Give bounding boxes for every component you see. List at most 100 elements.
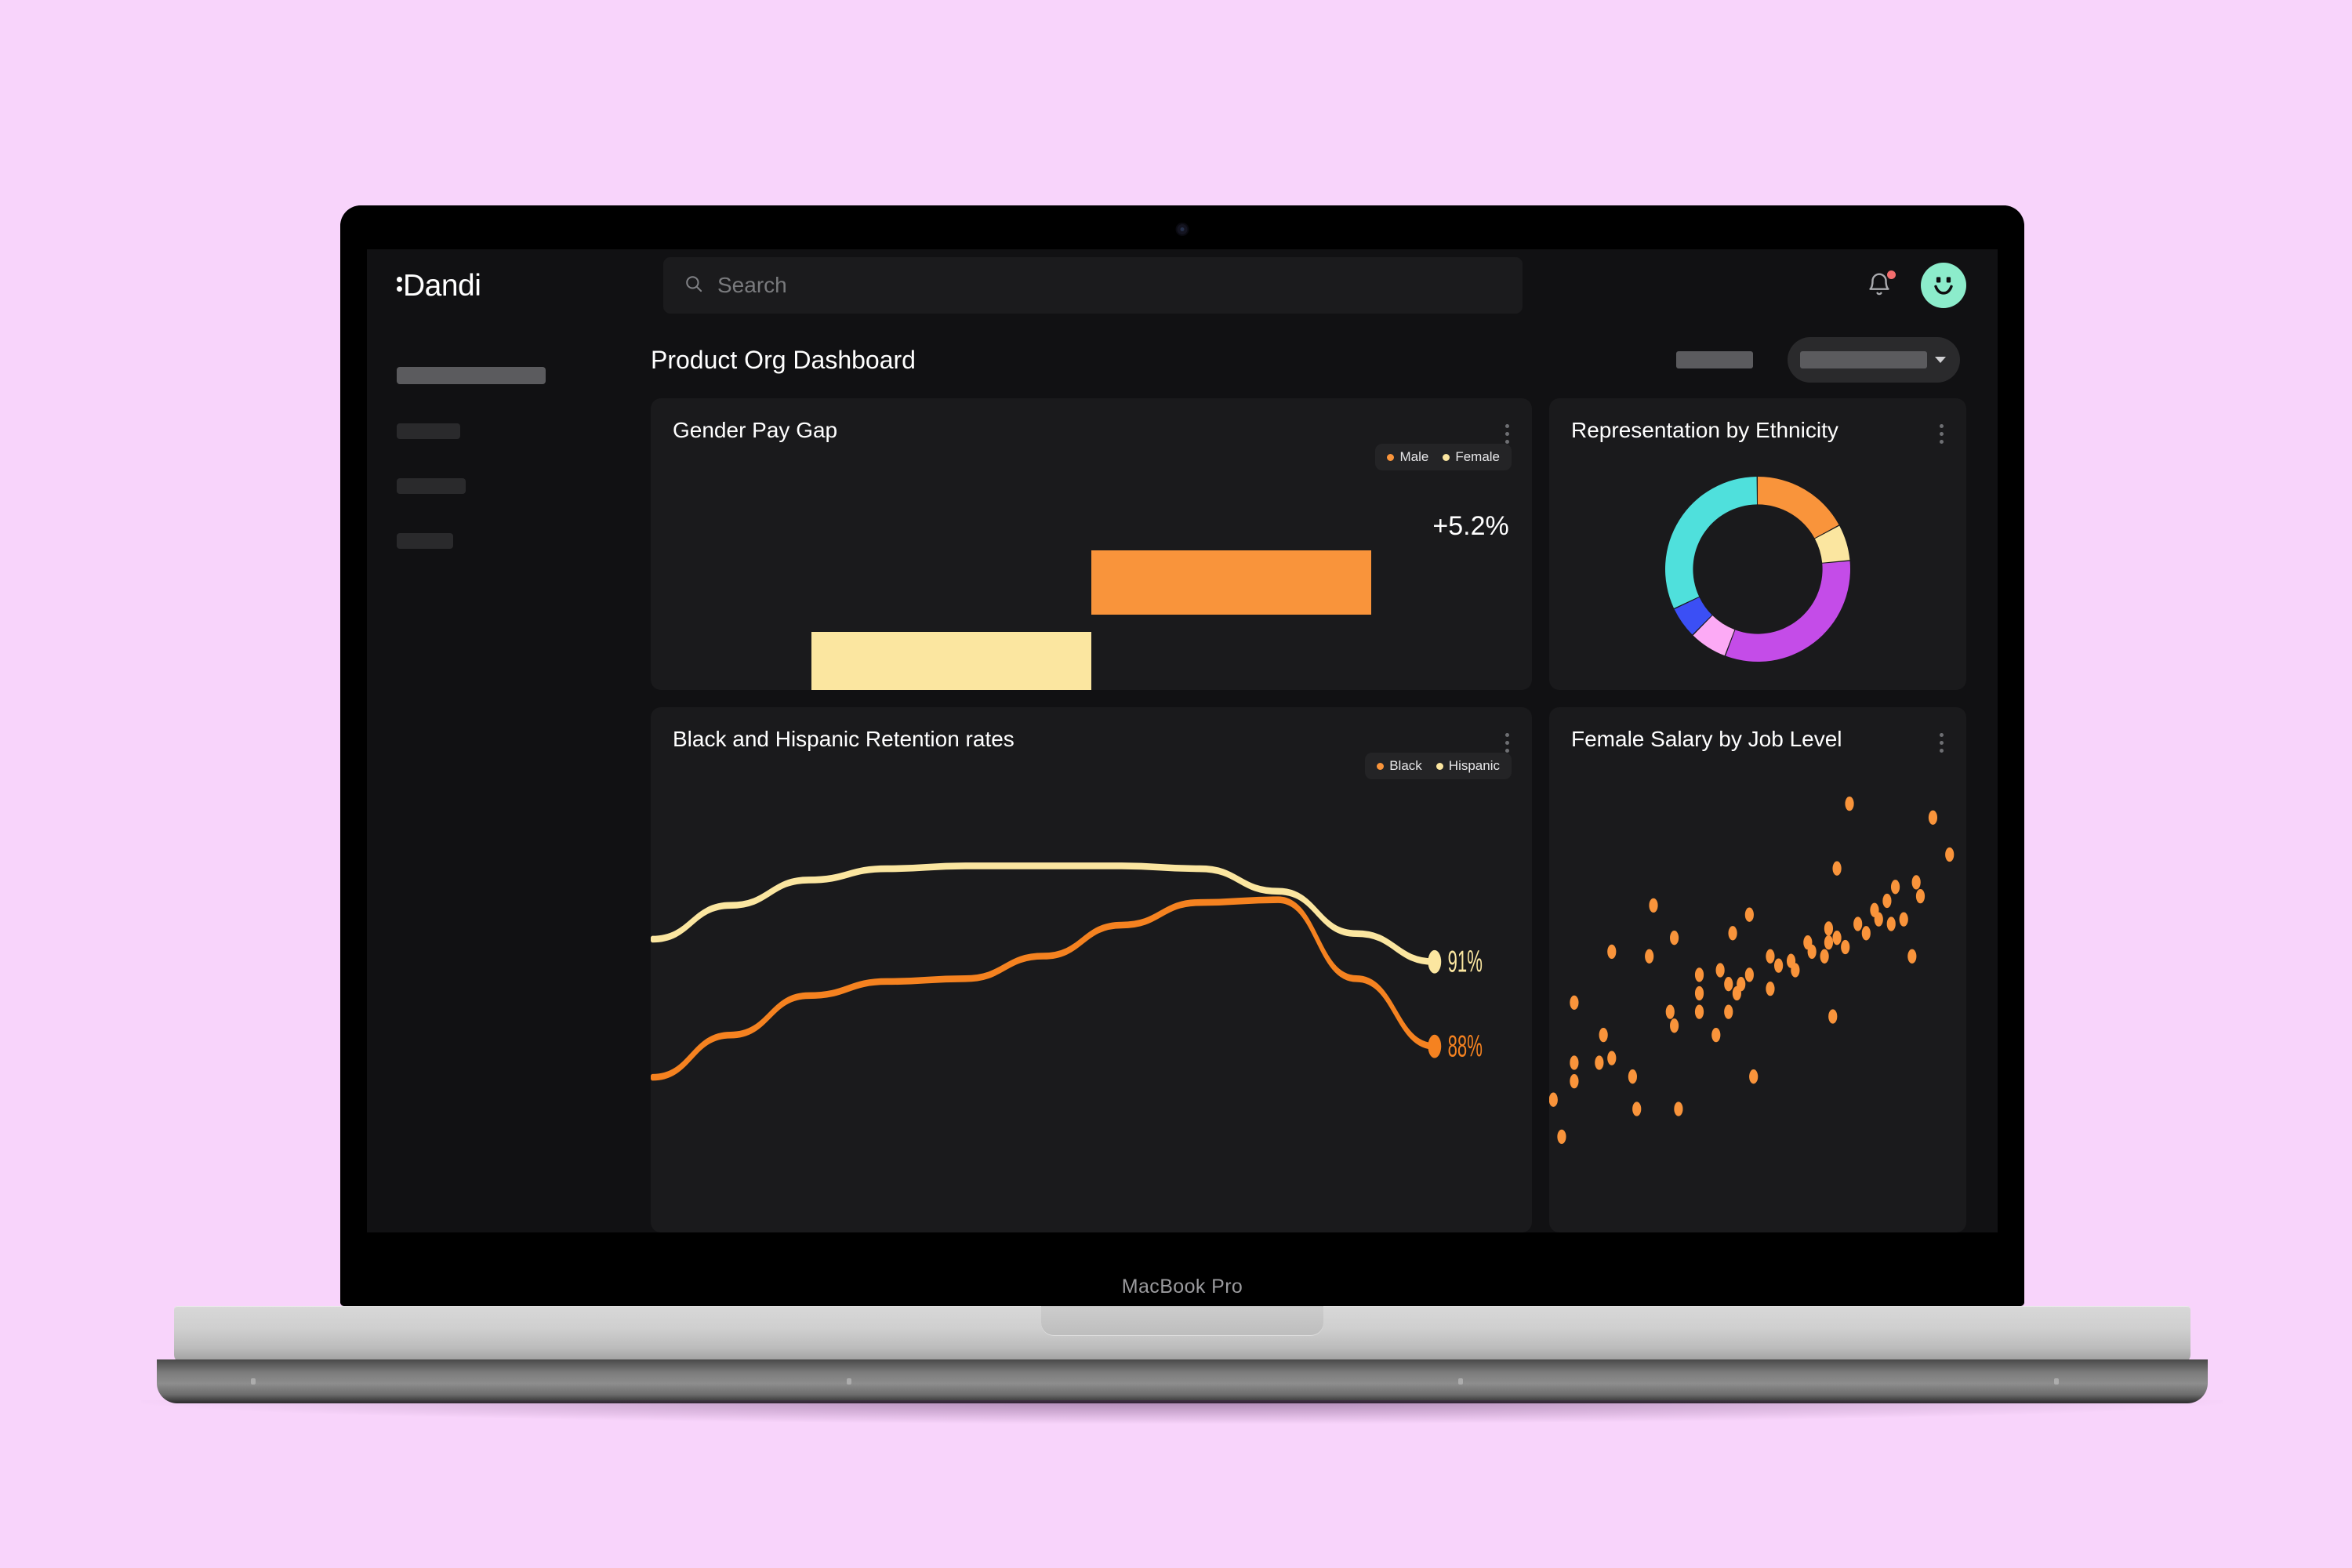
scatter-point bbox=[1744, 907, 1754, 922]
avatar[interactable] bbox=[1921, 263, 1966, 308]
legend-item: Hispanic bbox=[1436, 758, 1500, 774]
scatter-point bbox=[1886, 916, 1896, 931]
laptop-mockup: Dandi Search Product Org Dashboard Gende… bbox=[0, 0, 2352, 1568]
line-series bbox=[651, 862, 1437, 965]
scatter-point bbox=[1766, 949, 1775, 964]
chart-legend: Male Female bbox=[1375, 444, 1512, 470]
legend-item: Male bbox=[1387, 449, 1428, 465]
chevron-down-icon bbox=[1935, 357, 1946, 363]
scatter-point bbox=[1774, 958, 1784, 973]
dandi-app: Dandi Search Product Org Dashboard Gende… bbox=[367, 249, 1998, 1232]
app-logo[interactable]: Dandi bbox=[397, 270, 663, 301]
scatter-point bbox=[1724, 1004, 1733, 1019]
scatter-point bbox=[1694, 985, 1704, 1001]
bell-icon bbox=[1866, 273, 1893, 301]
scatter-chart bbox=[1549, 762, 1966, 1225]
sidebar-item-3[interactable] bbox=[397, 478, 466, 494]
scatter-point bbox=[1595, 1055, 1604, 1070]
scatter-point bbox=[1549, 1092, 1558, 1107]
laptop-screen: Dandi Search Product Org Dashboard Gende… bbox=[367, 249, 1998, 1232]
dashboard-filter-select[interactable] bbox=[1788, 337, 1960, 383]
scatter-point bbox=[1557, 1129, 1566, 1145]
sidebar-item-4[interactable] bbox=[397, 533, 453, 549]
scatter-point bbox=[1820, 949, 1829, 964]
scatter-point bbox=[1766, 981, 1775, 996]
laptop-base-lip bbox=[1041, 1306, 1323, 1336]
donut-svg bbox=[1665, 477, 1850, 662]
device-label: MacBook Pro bbox=[1121, 1276, 1243, 1298]
scatter-point bbox=[1791, 963, 1800, 978]
donut-slice bbox=[1665, 477, 1757, 608]
legend-color-swatch bbox=[1436, 762, 1443, 770]
main-content: Product Org Dashboard Gender Pay Gap Mal… bbox=[633, 321, 1998, 1232]
line-series bbox=[651, 896, 1437, 1081]
laptop-bezel: Dandi Search Product Org Dashboard Gende… bbox=[340, 205, 2024, 1306]
legend-label: Hispanic bbox=[1448, 758, 1500, 773]
scatter-point bbox=[1874, 912, 1883, 927]
scatter-point bbox=[1599, 1027, 1608, 1043]
page-title: Product Org Dashboard bbox=[651, 345, 916, 374]
scatter-point bbox=[1715, 963, 1725, 978]
page-action-button[interactable] bbox=[1676, 351, 1753, 368]
scatter-point bbox=[1899, 912, 1908, 927]
base-screw bbox=[847, 1378, 851, 1385]
scatter-point bbox=[1845, 796, 1854, 811]
scatter-point bbox=[1607, 1051, 1617, 1065]
line-chart: 91% 88% bbox=[651, 789, 1532, 1226]
scatter-point bbox=[1907, 949, 1917, 964]
laptop-base-foot bbox=[157, 1359, 2208, 1403]
scatter-point bbox=[1670, 931, 1679, 946]
notifications-button[interactable] bbox=[1866, 270, 1896, 301]
scatter-point bbox=[1570, 995, 1579, 1010]
legend-label: Female bbox=[1455, 449, 1500, 464]
line-end-marker bbox=[1428, 1034, 1442, 1058]
sidebar-item-1[interactable] bbox=[397, 367, 546, 384]
kebab-menu-icon[interactable] bbox=[1938, 728, 1944, 753]
laptop-lid: Dandi Search Product Org Dashboard Gende… bbox=[340, 205, 2024, 1306]
legend-label: Male bbox=[1399, 449, 1429, 464]
scatter-point bbox=[1665, 1004, 1675, 1019]
sidebar-item-2[interactable] bbox=[397, 423, 460, 439]
card-female-salary-by-job-level: Female Salary by Job Level bbox=[1549, 707, 1966, 1232]
line-chart-svg: 91% 88% bbox=[651, 862, 1483, 1081]
scatter-point bbox=[1928, 810, 1938, 825]
scatter-point bbox=[1570, 1073, 1579, 1089]
scatter-point bbox=[1744, 967, 1754, 982]
card-title: Female Salary by Job Level bbox=[1571, 727, 1842, 751]
scatter-point bbox=[1649, 898, 1658, 913]
scatter-point bbox=[1570, 1055, 1579, 1070]
laptop-base bbox=[174, 1306, 2190, 1363]
base-screw bbox=[251, 1378, 256, 1385]
kebab-menu-icon[interactable] bbox=[1504, 728, 1510, 753]
kebab-menu-icon[interactable] bbox=[1504, 419, 1510, 444]
scatter-point bbox=[1945, 847, 1955, 862]
dashboard-grid: Gender Pay Gap Male Female +5.2% Represe… bbox=[633, 398, 1966, 1232]
scatter-point bbox=[1628, 1069, 1637, 1084]
line-end-label: 88% bbox=[1448, 1029, 1483, 1063]
scatter-point bbox=[1749, 1069, 1759, 1084]
smiley-avatar-icon bbox=[1926, 266, 1962, 306]
kebab-menu-icon[interactable] bbox=[1938, 419, 1944, 444]
scatter-point bbox=[1737, 977, 1746, 992]
scatter-chart-svg bbox=[1549, 796, 1955, 1145]
card-header: Female Salary by Job Level bbox=[1571, 727, 1944, 753]
scatter-point bbox=[1645, 949, 1654, 964]
scatter-point bbox=[1890, 880, 1900, 895]
card-title: Black and Hispanic Retention rates bbox=[673, 727, 1014, 751]
donut-chart bbox=[1549, 456, 1966, 682]
donut-slice bbox=[1758, 477, 1839, 539]
scatter-point bbox=[1832, 931, 1842, 946]
scatter-point bbox=[1861, 926, 1871, 941]
card-retention-rates: Black and Hispanic Retention rates Black bbox=[651, 707, 1532, 1232]
scatter-point bbox=[1607, 944, 1617, 960]
base-screw bbox=[2054, 1378, 2059, 1385]
chart-legend: Black Hispanic bbox=[1365, 753, 1512, 779]
scatter-point bbox=[1670, 1018, 1679, 1033]
webcam-icon bbox=[1177, 224, 1188, 234]
search-input[interactable]: Search bbox=[663, 257, 1523, 314]
scatter-point bbox=[1824, 935, 1834, 950]
scatter-point bbox=[1711, 1027, 1721, 1043]
card-title: Representation by Ethnicity bbox=[1571, 418, 1838, 442]
legend-color-swatch bbox=[1443, 453, 1450, 461]
scatter-point bbox=[1694, 967, 1704, 982]
